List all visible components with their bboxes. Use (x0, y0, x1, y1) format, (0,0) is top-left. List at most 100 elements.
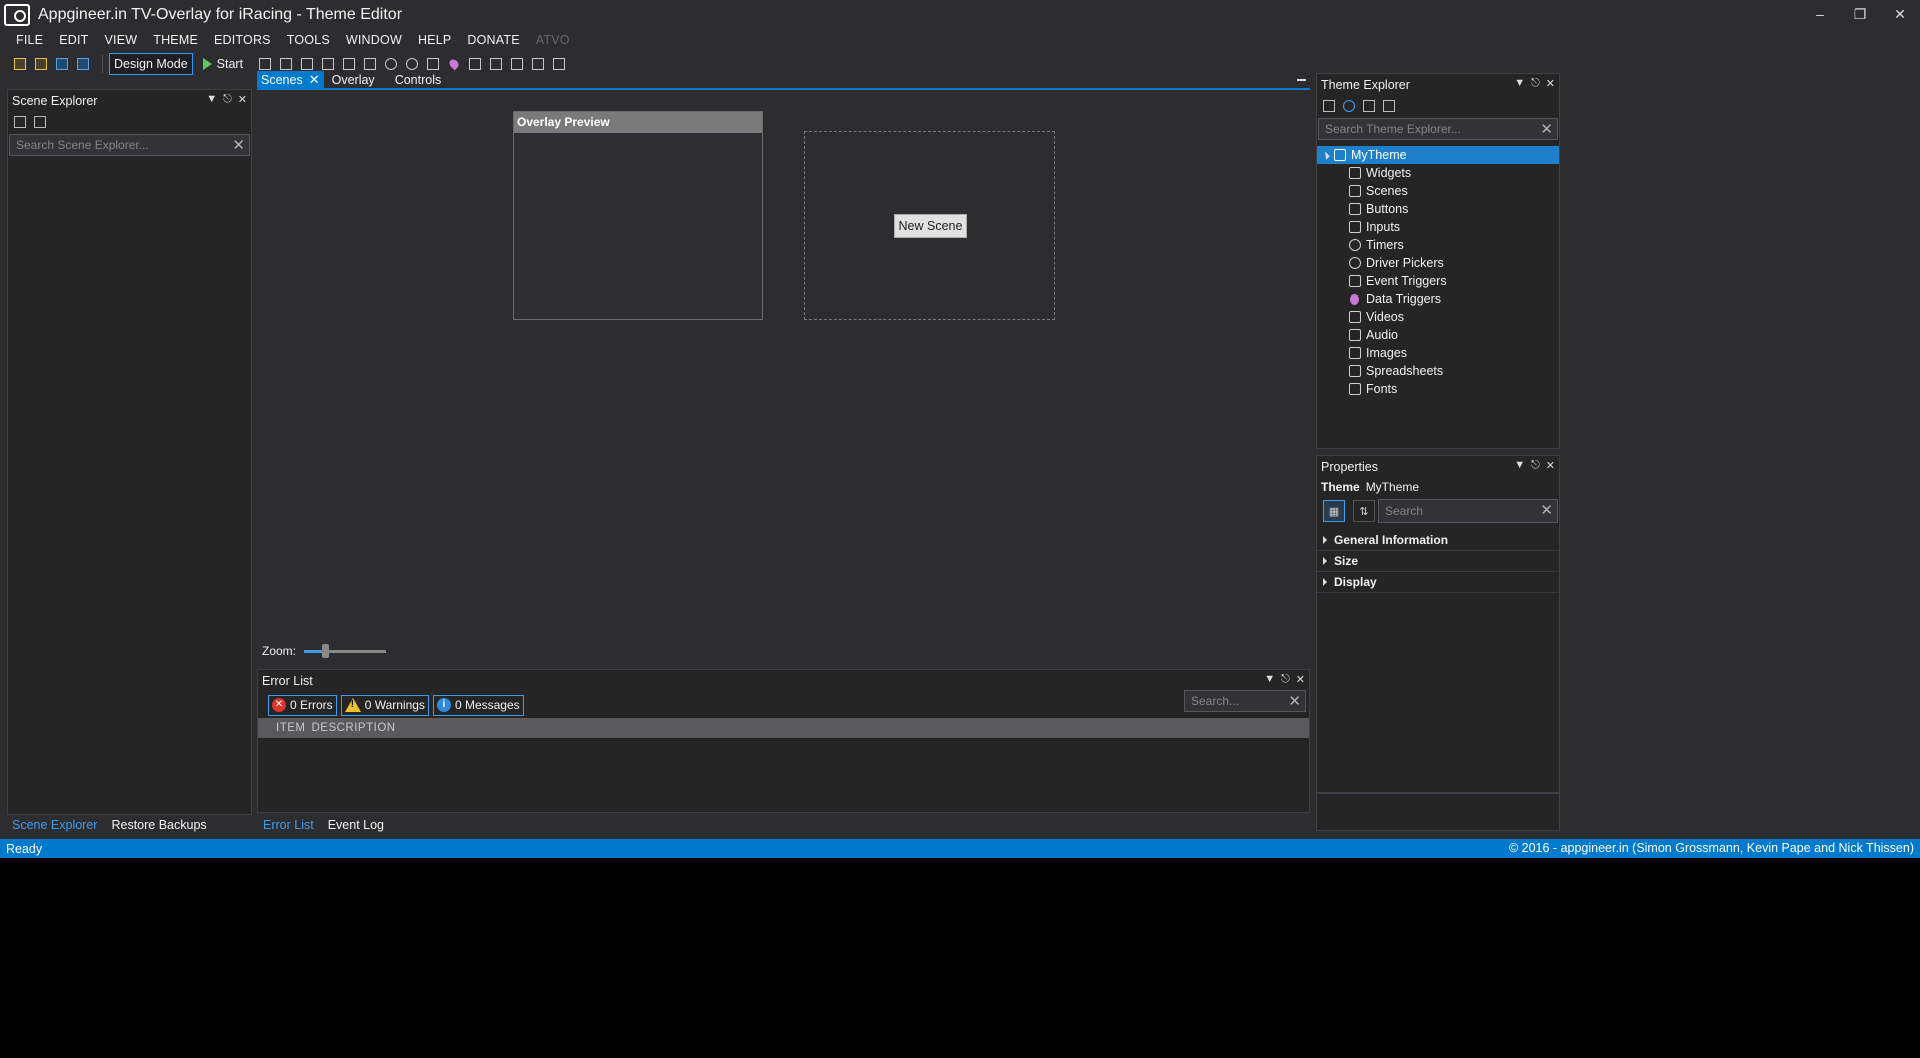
audio-icon[interactable] (488, 56, 504, 72)
category-general-information[interactable]: General Information (1317, 530, 1559, 551)
tab-scenes[interactable]: Scenes ✕ (257, 71, 324, 88)
close-icon[interactable]: ✕ (238, 93, 247, 106)
tab-restore-backups[interactable]: Restore Backups (111, 818, 206, 832)
save-all-icon[interactable] (75, 56, 91, 72)
timer-icon[interactable] (383, 56, 399, 72)
tab-controls[interactable]: Controls (391, 71, 446, 88)
tree-item-audio[interactable]: Audio (1317, 326, 1559, 344)
scene-icon[interactable] (278, 56, 294, 72)
document-tabs: Scenes ✕ Overlay Controls (257, 71, 1310, 90)
tree-item-spreadsheets[interactable]: Spreadsheets (1317, 362, 1559, 380)
warnings-filter-button[interactable]: 0 Warnings (340, 694, 429, 716)
tab-event-log[interactable]: Event Log (328, 818, 384, 832)
button-icon[interactable] (362, 56, 378, 72)
tree-item-fonts[interactable]: Fonts (1317, 380, 1559, 398)
tree-item-inputs[interactable]: Inputs (1317, 218, 1559, 236)
tree-item-videos[interactable]: Videos (1317, 308, 1559, 326)
widget-icon[interactable] (257, 56, 273, 72)
close-icon[interactable]: ✕ (1296, 673, 1305, 686)
driver-picker-icon[interactable] (404, 56, 420, 72)
column-item[interactable]: ITEM (276, 722, 305, 734)
close-icon[interactable]: ✕ (1546, 77, 1555, 90)
tree-item-timers[interactable]: Timers (1317, 236, 1559, 254)
errors-filter-button[interactable]: ✕ 0 Errors (268, 694, 337, 716)
data-trigger-icon[interactable] (446, 56, 462, 72)
tree-item-event-triggers[interactable]: Event Triggers (1317, 272, 1559, 290)
sync-icon[interactable] (1323, 100, 1335, 112)
design-mode-button[interactable]: Design Mode (109, 53, 193, 75)
pin-icon[interactable]: ⎋ (1531, 459, 1540, 472)
refresh-icon[interactable] (1343, 100, 1355, 112)
tab-error-list[interactable]: Error List (263, 818, 314, 832)
close-icon[interactable]: ✕ (1890, 4, 1910, 24)
tree-item-buttons[interactable]: Buttons (1317, 200, 1559, 218)
dropdown-icon[interactable]: ▼ (206, 93, 217, 106)
close-tab-icon[interactable]: ✕ (309, 72, 320, 88)
menu-window[interactable]: WINDOW (338, 33, 410, 47)
dropdown-icon[interactable]: ▼ (1514, 459, 1525, 472)
menu-editors[interactable]: EDITORS (206, 33, 279, 47)
category-size[interactable]: Size (1317, 551, 1559, 572)
pin-icon[interactable]: ⎋ (1531, 77, 1540, 90)
error-list-search[interactable]: Search... ✕ (1184, 690, 1306, 712)
copy-icon[interactable] (34, 116, 46, 128)
menu-tools[interactable]: TOOLS (279, 33, 338, 47)
tree-item-driver-pickers[interactable]: Driver Pickers (1317, 254, 1559, 272)
tab-scene-explorer[interactable]: Scene Explorer (12, 818, 97, 832)
pin-icon[interactable]: ⎋ (223, 93, 232, 106)
menu-file[interactable]: FILE (8, 33, 51, 47)
restore-icon[interactable]: ❐ (1850, 4, 1870, 24)
pointer-icon[interactable] (341, 56, 357, 72)
menu-view[interactable]: VIEW (96, 33, 145, 47)
collapse-all-icon[interactable] (14, 116, 26, 128)
menu-theme[interactable]: THEME (145, 33, 206, 47)
scene-explorer-search[interactable]: Search Scene Explorer... ✕ (9, 134, 250, 156)
menu-bar: FILE EDIT VIEW THEME EDITORS TOOLS WINDO… (0, 30, 1920, 50)
column-description[interactable]: DESCRIPTION (311, 722, 395, 734)
clear-search-icon[interactable]: ✕ (1540, 120, 1553, 138)
start-button[interactable]: Start (202, 57, 243, 71)
open-theme-icon[interactable] (33, 56, 49, 72)
expander-icon[interactable] (1321, 150, 1330, 160)
tree-item-images[interactable]: Images (1317, 344, 1559, 362)
video-icon[interactable] (467, 56, 483, 72)
font-icon[interactable] (551, 56, 567, 72)
tree-item-scenes[interactable]: Scenes (1317, 182, 1559, 200)
categorized-sort-icon[interactable]: ▦ (1323, 500, 1345, 522)
category-display[interactable]: Display (1317, 572, 1559, 593)
close-icon[interactable]: ✕ (1546, 459, 1555, 472)
save-icon[interactable] (54, 56, 70, 72)
collapse-all-icon[interactable] (1363, 100, 1375, 112)
clear-search-icon[interactable]: ✕ (232, 136, 245, 154)
event-trigger-icon[interactable] (425, 56, 441, 72)
new-scene-button[interactable]: New Scene (894, 214, 967, 238)
messages-filter-button[interactable]: i 0 Messages (432, 694, 524, 716)
menu-edit[interactable]: EDIT (51, 33, 96, 47)
text-icon[interactable] (320, 56, 336, 72)
clear-search-icon[interactable]: ✕ (1540, 501, 1553, 519)
dropdown-icon[interactable]: ▼ (1264, 673, 1275, 686)
copy-icon[interactable] (1383, 100, 1395, 112)
overlay-preview-card[interactable]: Overlay Preview (513, 111, 763, 320)
menu-donate[interactable]: DONATE (459, 33, 527, 47)
properties-search[interactable]: Search ✕ (1378, 499, 1558, 523)
clear-search-icon[interactable]: ✕ (1288, 692, 1301, 710)
menu-help[interactable]: HELP (410, 33, 459, 47)
properties-header: Properties ▼ ⎋ ✕ (1317, 456, 1559, 478)
tree-item-widgets[interactable]: Widgets (1317, 164, 1559, 182)
tab-list-icon[interactable] (1297, 79, 1306, 85)
pin-icon[interactable]: ⎋ (1281, 673, 1290, 686)
zoom-slider-thumb[interactable] (321, 643, 329, 658)
tree-item-data-triggers[interactable]: Data Triggers (1317, 290, 1559, 308)
dropdown-icon[interactable]: ▼ (1514, 77, 1525, 90)
zoom-slider[interactable] (304, 643, 387, 658)
tree-item-mytheme[interactable]: MyTheme (1317, 146, 1559, 164)
input-icon[interactable] (299, 56, 315, 72)
tab-overlay[interactable]: Overlay (328, 71, 379, 88)
minimize-icon[interactable]: – (1810, 4, 1830, 24)
spreadsheet-icon[interactable] (530, 56, 546, 72)
alphabetical-sort-icon[interactable]: ⇅ (1353, 500, 1375, 522)
image-icon[interactable] (509, 56, 525, 72)
theme-explorer-search[interactable]: Search Theme Explorer... ✕ (1318, 118, 1558, 140)
new-theme-icon[interactable] (12, 56, 28, 72)
